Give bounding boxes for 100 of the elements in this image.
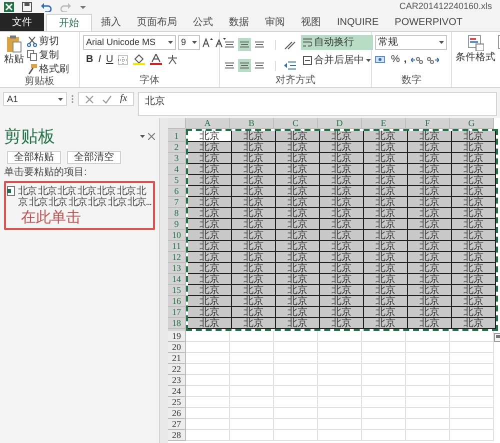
table-cell[interactable]: 北京: [276, 175, 320, 186]
table-cell[interactable]: 北京: [188, 318, 232, 329]
table-cell[interactable]: 北京: [188, 219, 232, 230]
table-cell[interactable]: 北京: [188, 296, 232, 307]
ribbon-tab[interactable]: 审阅: [258, 14, 292, 31]
ribbon-tab[interactable]: 视图: [294, 14, 328, 31]
table-cell[interactable]: [186, 331, 230, 342]
table-cell[interactable]: 北京: [276, 307, 320, 318]
table-cell[interactable]: 北京: [276, 164, 320, 175]
table-cell[interactable]: 北京: [408, 142, 452, 153]
brush-icon[interactable]: [27, 64, 37, 75]
table-cell[interactable]: [406, 397, 450, 408]
table-cell[interactable]: [230, 353, 274, 364]
dropdown-arrow-icon[interactable]: [58, 98, 63, 100]
table-cell[interactable]: [362, 342, 406, 353]
table-cell[interactable]: 北京: [408, 197, 452, 208]
table-cell[interactable]: [186, 419, 230, 430]
ribbon-tab[interactable]: 插入: [94, 14, 128, 31]
table-cell[interactable]: 北京: [232, 175, 276, 186]
row-header[interactable]: 25: [168, 397, 186, 408]
table-cell[interactable]: [450, 397, 494, 408]
clipboard-icon[interactable]: [6, 35, 22, 53]
table-cell[interactable]: 北京: [320, 285, 364, 296]
table-cell[interactable]: [318, 408, 362, 419]
table-cell[interactable]: [406, 342, 450, 353]
table-cell[interactable]: 北京: [276, 153, 320, 164]
table-cell[interactable]: [186, 408, 230, 419]
table-cell[interactable]: [230, 331, 274, 342]
table-cell[interactable]: [362, 331, 406, 342]
row-header[interactable]: 9: [168, 219, 186, 230]
table-cell[interactable]: [274, 408, 318, 419]
wrap-text-icon[interactable]: [303, 38, 312, 47]
table-cell[interactable]: 北京: [232, 131, 276, 142]
column-header[interactable]: C: [274, 118, 318, 129]
table-cell[interactable]: 北京: [276, 241, 320, 252]
table-cell[interactable]: 北京: [452, 307, 496, 318]
table-cell[interactable]: [450, 342, 494, 353]
table-cell[interactable]: [230, 419, 274, 430]
table-cell[interactable]: [318, 430, 362, 441]
table-cell[interactable]: [450, 408, 494, 419]
table-cell[interactable]: 北京: [320, 307, 364, 318]
table-cell[interactable]: 北京: [452, 241, 496, 252]
table-cell[interactable]: 北京: [232, 208, 276, 219]
table-cell[interactable]: [450, 419, 494, 430]
table-cell[interactable]: 北京: [364, 252, 408, 263]
table-cell[interactable]: [318, 397, 362, 408]
format-painter-button[interactable]: 格式刷: [27, 63, 69, 76]
table-cell[interactable]: 北京: [276, 274, 320, 285]
table-cell[interactable]: 北京: [276, 285, 320, 296]
table-cell[interactable]: 北京: [364, 307, 408, 318]
row-header[interactable]: 14: [168, 274, 186, 285]
row-header[interactable]: 1: [168, 131, 186, 142]
table-cell[interactable]: [362, 397, 406, 408]
table-cell[interactable]: 北京: [276, 131, 320, 142]
table-cell[interactable]: 北京: [276, 208, 320, 219]
merge-cells-icon[interactable]: [303, 56, 312, 65]
table-cell[interactable]: [318, 386, 362, 397]
row-header[interactable]: 3: [168, 153, 186, 164]
enter-check-icon[interactable]: [102, 94, 112, 104]
table-cell[interactable]: [186, 397, 230, 408]
table-cell[interactable]: 北京: [364, 186, 408, 197]
table-cell[interactable]: 北京: [320, 219, 364, 230]
table-cell[interactable]: 北京: [276, 219, 320, 230]
more-dots-icon[interactable]: [71, 94, 74, 104]
table-cell[interactable]: 北京: [408, 307, 452, 318]
table-cell[interactable]: 北京: [320, 241, 364, 252]
redo-icon[interactable]: [60, 2, 72, 12]
table-cell[interactable]: [406, 364, 450, 375]
table-cell[interactable]: 北京: [232, 296, 276, 307]
table-cell[interactable]: 北京: [232, 252, 276, 263]
table-cell[interactable]: 北京: [188, 164, 232, 175]
row-header[interactable]: 7: [168, 197, 186, 208]
table-cell[interactable]: [318, 353, 362, 364]
table-cell[interactable]: [318, 342, 362, 353]
table-cell[interactable]: [362, 353, 406, 364]
table-cell[interactable]: [274, 342, 318, 353]
font-color-icon[interactable]: [150, 54, 162, 65]
clipboard-item[interactable]: 北京 北京 北京 北京 北京 北京 北京 北京 北京 北京 北京 北京 北京...: [7, 186, 153, 208]
dropdown-arrow-icon[interactable]: [168, 41, 173, 44]
table-cell[interactable]: 北京: [320, 164, 364, 175]
row-header[interactable]: 4: [168, 164, 186, 175]
table-cell[interactable]: 北京: [188, 142, 232, 153]
table-cell[interactable]: 北京: [276, 186, 320, 197]
indent-icon[interactable]: [284, 61, 296, 70]
table-cell[interactable]: 北京: [452, 296, 496, 307]
table-cell[interactable]: 北京: [320, 252, 364, 263]
align-vertical-icon[interactable]: [255, 41, 264, 48]
table-cell[interactable]: [186, 364, 230, 375]
cancel-icon[interactable]: [85, 94, 94, 104]
table-cell[interactable]: [230, 375, 274, 386]
row-header[interactable]: 12: [168, 252, 186, 263]
table-cell[interactable]: 北京: [232, 153, 276, 164]
align-horizontal-icon[interactable]: [225, 62, 234, 69]
table-cell[interactable]: [406, 331, 450, 342]
table-cell[interactable]: [230, 342, 274, 353]
table-cell[interactable]: 北京: [320, 197, 364, 208]
file-tab[interactable]: 文件: [0, 13, 44, 31]
align-horizontal-button[interactable]: [238, 59, 251, 72]
clear-all-button[interactable]: 全部清空: [67, 151, 121, 164]
table-cell[interactable]: [450, 353, 494, 364]
